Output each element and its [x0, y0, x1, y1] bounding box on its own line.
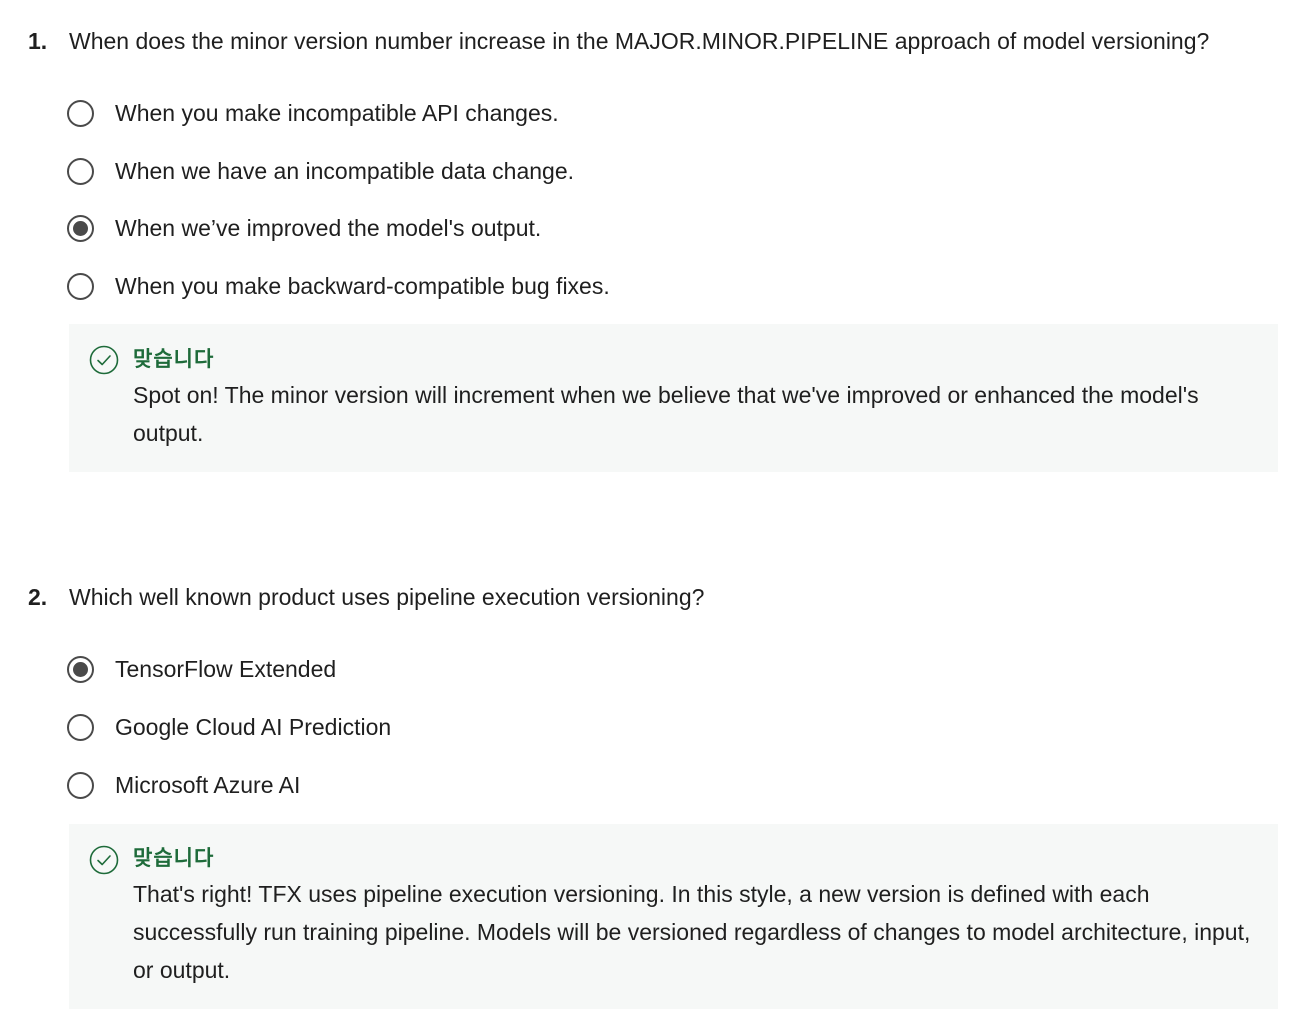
question-2-header: 2. Which well known product uses pipelin… — [28, 581, 704, 613]
question-1-header: 1. When does the minor version number in… — [28, 25, 1209, 57]
option-q2-b[interactable]: Google Cloud AI Prediction — [67, 710, 391, 744]
option-q1-b[interactable]: When we have an incompatible data change… — [67, 154, 574, 188]
option-label: When you make backward-compatible bug fi… — [115, 273, 610, 299]
option-q2-c[interactable]: Microsoft Azure AI — [67, 768, 300, 802]
radio-button[interactable] — [67, 272, 94, 300]
option-q1-c[interactable]: When we’ve improved the model's output. — [67, 211, 541, 245]
question-number: 2. — [28, 584, 48, 610]
feedback-text: Spot on! The minor version will incremen… — [133, 382, 1199, 446]
feedback-text: That's right! TFX uses pipeline executio… — [133, 881, 1251, 983]
radio-button[interactable] — [67, 771, 94, 799]
radio-button[interactable] — [67, 713, 94, 741]
option-label: When we have an incompatible data change… — [115, 158, 575, 184]
option-q1-a[interactable]: When you make incompatible API changes. — [67, 96, 559, 130]
radio-button[interactable] — [67, 157, 94, 185]
radio-button-selected[interactable] — [67, 655, 94, 683]
feedback-panel: 맞습니다 Spot on! The minor version will inc… — [69, 324, 1278, 472]
radio-button[interactable] — [67, 99, 94, 127]
option-label: Microsoft Azure AI — [115, 772, 301, 798]
feedback-status: 맞습니다 — [133, 846, 215, 870]
check-circle-icon — [89, 345, 119, 375]
feedback-status: 맞습니다 — [133, 347, 215, 371]
radio-button-selected[interactable] — [67, 214, 94, 242]
option-label: Google Cloud AI Prediction — [115, 714, 392, 740]
question-number: 1. — [28, 28, 48, 54]
check-circle-icon — [89, 845, 119, 875]
feedback-panel: 맞습니다 That's right! TFX uses pipeline exe… — [69, 824, 1278, 1009]
option-q2-a[interactable]: TensorFlow Extended — [67, 652, 336, 686]
option-label: When we’ve improved the model's output. — [115, 215, 542, 241]
question-text: When does the minor version number incre… — [69, 28, 1210, 54]
option-q1-d[interactable]: When you make backward-compatible bug fi… — [67, 269, 610, 303]
option-label: TensorFlow Extended — [115, 656, 337, 682]
question-text: Which well known product uses pipeline e… — [69, 584, 705, 610]
option-label: When you make incompatible API changes. — [115, 100, 559, 126]
